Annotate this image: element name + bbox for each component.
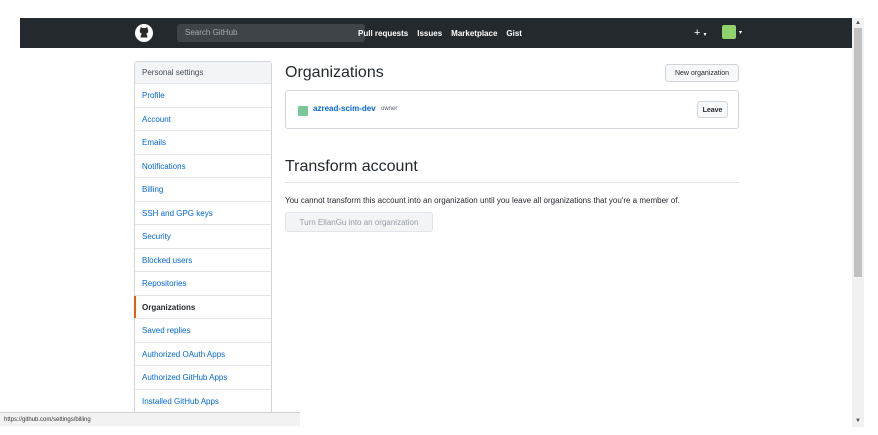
chevron-down-icon: ▾ <box>703 32 707 38</box>
sidebar-item-saved-replies[interactable]: Saved replies <box>135 319 271 343</box>
sidebar-item-authorized-github-apps[interactable]: Authorized GitHub Apps <box>135 366 271 390</box>
leave-organization-button[interactable]: Leave <box>697 101 728 118</box>
nav-pull-requests[interactable]: Pull requests <box>358 29 408 38</box>
settings-sidebar: Personal settings Profile Account Emails… <box>134 61 272 414</box>
top-navigation: Search GitHub Pull requests Issues Marke… <box>20 18 852 48</box>
sidebar-item-notifications[interactable]: Notifications <box>135 155 271 178</box>
sidebar-item-organizations[interactable]: Organizations <box>134 295 271 319</box>
sidebar-item-repositories[interactable]: Repositories <box>135 272 271 296</box>
turn-into-organization-button: Turn EllanGu into an organization <box>285 212 433 232</box>
page-margin <box>0 0 20 435</box>
sidebar-item-blocked-users[interactable]: Blocked users <box>135 249 271 272</box>
chevron-down-icon[interactable]: ▾ <box>739 29 742 36</box>
user-avatar-icon[interactable] <box>722 25 736 39</box>
scroll-down-arrow-icon[interactable]: ▼ <box>855 418 861 424</box>
browser-window: Search GitHub Pull requests Issues Marke… <box>0 0 878 435</box>
organization-list-item: azread-scim-dev owner Leave <box>285 90 739 129</box>
create-new-button[interactable]: + ▾ <box>694 26 707 42</box>
section-title: Transform account <box>285 156 739 183</box>
org-avatar-icon <box>298 106 308 116</box>
transform-description: You cannot transform this account into a… <box>285 196 680 205</box>
nav-marketplace[interactable]: Marketplace <box>451 29 497 38</box>
github-octocat-icon[interactable] <box>134 23 154 43</box>
sidebar-item-emails[interactable]: Emails <box>135 131 271 155</box>
browser-status-url: https://github.com/settings/billing <box>0 412 300 426</box>
plus-icon: + <box>694 27 701 39</box>
sidebar-item-profile[interactable]: Profile <box>135 84 271 108</box>
primary-nav: Pull requests Issues Marketplace Gist <box>358 18 522 48</box>
settings-main: Organizations New organization azread-sc… <box>285 61 740 232</box>
vertical-scrollbar[interactable]: ▲ ▼ <box>852 18 864 427</box>
sidebar-item-billing[interactable]: Billing <box>135 178 271 202</box>
scroll-up-arrow-icon[interactable]: ▲ <box>855 20 861 26</box>
org-name-link[interactable]: azread-scim-dev <box>313 104 376 113</box>
sidebar-item-security[interactable]: Security <box>135 225 271 249</box>
sidebar-item-account[interactable]: Account <box>135 108 271 131</box>
new-organization-button[interactable]: New organization <box>665 64 739 82</box>
org-role-label: owner <box>381 106 398 112</box>
search-input[interactable]: Search GitHub <box>177 24 365 42</box>
sidebar-item-ssh-gpg-keys[interactable]: SSH and GPG keys <box>135 202 271 225</box>
scroll-thumb[interactable] <box>854 28 862 277</box>
sidebar-header: Personal settings <box>135 62 271 84</box>
sidebar-item-authorized-oauth-apps[interactable]: Authorized OAuth Apps <box>135 343 271 366</box>
nav-gist[interactable]: Gist <box>506 29 522 38</box>
sidebar-item-installed-github-apps[interactable]: Installed GitHub Apps <box>135 390 271 413</box>
nav-issues[interactable]: Issues <box>417 29 442 38</box>
